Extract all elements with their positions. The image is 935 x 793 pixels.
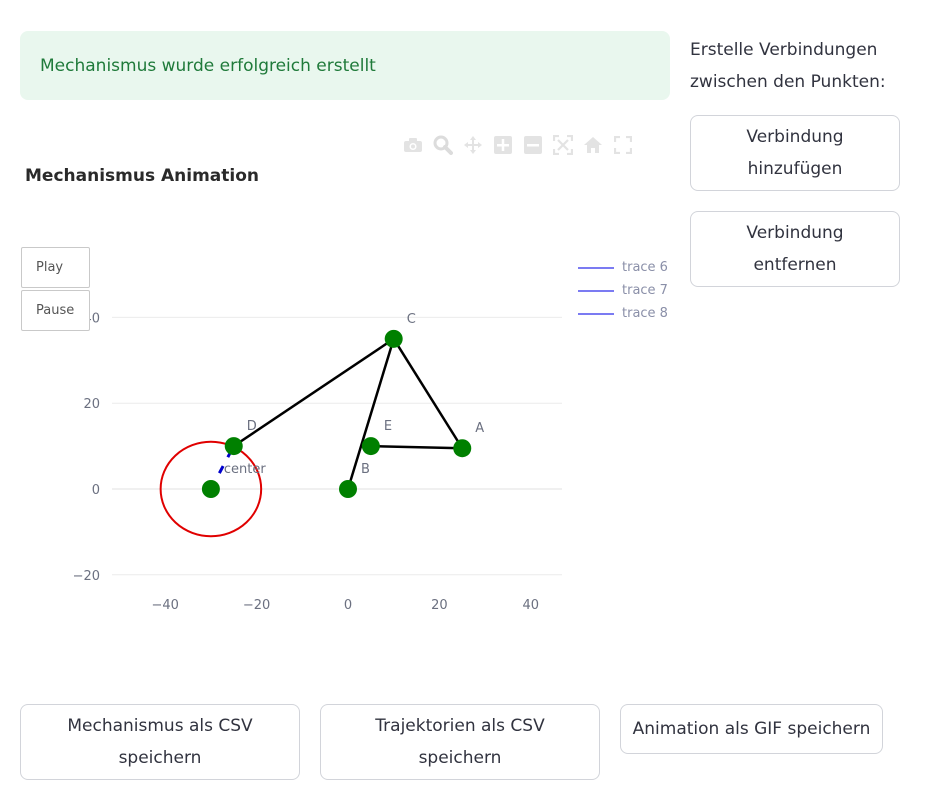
point-label-D: D: [247, 419, 257, 434]
point-label-A: A: [475, 421, 484, 436]
y-tick-label: 0: [92, 483, 100, 498]
x-tick-label: 0: [344, 598, 352, 613]
point-C: [384, 329, 403, 348]
legend-line: [578, 266, 614, 269]
legend-label: trace 7: [622, 283, 668, 298]
link-D-C: [233, 337, 395, 448]
point-A: [453, 439, 472, 458]
y-tick-label: −20: [73, 569, 100, 584]
save-mechanism-csv-label-1: Mechanismus als CSV: [67, 716, 253, 736]
x-tick-label: 40: [523, 598, 540, 613]
x-tick-label: 20: [431, 598, 448, 613]
point-label-center: center: [224, 462, 266, 477]
link-E-A: [370, 444, 463, 450]
pause-button[interactable]: Pause: [21, 290, 90, 331]
link-C-A: [392, 338, 464, 449]
point-label-E: E: [384, 419, 392, 434]
legend-line: [578, 289, 614, 292]
point-D: [224, 437, 243, 456]
x-tick-label: −20: [243, 598, 270, 613]
legend-label: trace 6: [622, 260, 668, 275]
save-mechanism-csv-button[interactable]: Mechanismus als CSV speichern: [20, 704, 300, 780]
point-label-C: C: [407, 312, 416, 327]
plot-legend: trace 6 trace 7 trace 8: [578, 256, 668, 325]
legend-label: trace 8: [622, 306, 668, 321]
point-center: [201, 480, 220, 498]
link-C-B: [346, 338, 395, 490]
legend-line: [578, 312, 614, 315]
y-tick-label: 20: [83, 397, 100, 412]
save-gif-label: Animation als GIF speichern: [632, 719, 871, 739]
save-gif-button[interactable]: Animation als GIF speichern: [620, 704, 883, 754]
save-trajectories-csv-button[interactable]: Trajektorien als CSV speichern: [320, 704, 600, 780]
mechanism-plot[interactable]: −2002040−40 −20 0 20 40 ABCD Ecenter: [0, 0, 935, 793]
x-tick-label: −40: [151, 598, 178, 613]
save-trajectories-csv-label-2: speichern: [418, 748, 502, 768]
point-label-B: B: [361, 462, 370, 477]
save-trajectories-csv-label-1: Trajektorien als CSV: [375, 716, 545, 736]
point-B: [339, 480, 357, 498]
legend-item[interactable]: trace 8: [578, 302, 668, 325]
legend-item[interactable]: trace 6: [578, 256, 668, 279]
save-mechanism-csv-label-2: speichern: [118, 748, 202, 768]
play-button[interactable]: Play: [21, 247, 90, 288]
legend-item[interactable]: trace 7: [578, 279, 668, 302]
point-E: [361, 437, 380, 456]
